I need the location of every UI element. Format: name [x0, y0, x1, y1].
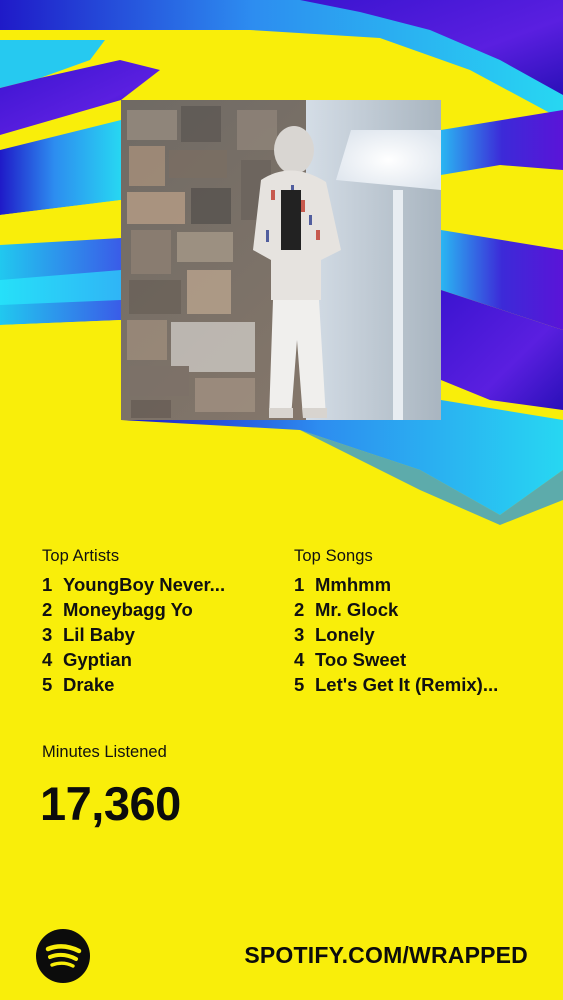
top-songs-list: 1 Mmhmm 2 Mr. Glock 3 Lonely 4 Too Sweet 5 Le…	[294, 572, 544, 697]
artist-name: Lil Baby	[63, 624, 135, 645]
top-artists-section: Top Artists 1 YoungBoy Never... 2 Moneybag…	[42, 547, 272, 697]
rank-number: 2	[294, 599, 305, 620]
song-name: Lonely	[315, 624, 375, 645]
rank-number: 1	[42, 574, 53, 595]
list-item: 4 Too Sweet	[294, 647, 544, 672]
list-item: 2 Mr. Glock	[294, 597, 544, 622]
album-cover-photo	[121, 100, 441, 420]
wrapped-card: Top Artists 1 YoungBoy Never... 2 Moneybag…	[0, 0, 563, 1000]
rank-number: 4	[42, 649, 53, 670]
list-item: 5 Let's Get It (Remix)...	[294, 672, 544, 697]
minutes-listened-value: 17,360	[40, 777, 181, 830]
song-name: Let's Get It (Remix)...	[315, 674, 499, 695]
rank-number: 4	[294, 649, 305, 670]
list-item: 1 YoungBoy Never...	[42, 572, 272, 597]
list-item: 1 Mmhmm	[294, 572, 544, 597]
top-artists-heading: Top Artists	[42, 547, 120, 565]
top-artists-list: 1 YoungBoy Never... 2 Moneybagg Yo 3 Lil Ba…	[42, 572, 272, 697]
artist-name: YoungBoy Never...	[63, 574, 226, 595]
rank-number: 1	[294, 574, 305, 595]
rank-number: 2	[42, 599, 53, 620]
song-name: Mr. Glock	[315, 599, 399, 620]
list-item: 3 Lil Baby	[42, 622, 272, 647]
rank-number: 3	[294, 624, 305, 645]
spotify-wrapped-link[interactable]: SPOTIFY.COM/WRAPPED	[244, 942, 528, 969]
rank-number: 3	[42, 624, 53, 645]
list-item: 2 Moneybagg Yo	[42, 597, 272, 622]
artist-photo-image	[121, 100, 441, 420]
song-name: Too Sweet	[315, 649, 407, 670]
list-item: 3 Lonely	[294, 622, 544, 647]
list-item: 4 Gyptian	[42, 647, 272, 672]
minutes-listened-label: Minutes Listened	[42, 743, 167, 761]
artist-name: Drake	[63, 674, 115, 695]
artist-name: Moneybagg Yo	[63, 599, 193, 620]
song-name: Mmhmm	[315, 574, 392, 595]
artist-name: Gyptian	[63, 649, 132, 670]
rank-number: 5	[42, 674, 53, 695]
top-songs-section: Top Songs 1 Mmhmm 2 Mr. Glock 3 Lonely 4 Too…	[294, 547, 544, 697]
top-songs-heading: Top Songs	[294, 547, 373, 565]
rank-number: 5	[294, 674, 305, 695]
spotify-logo-icon[interactable]	[36, 929, 90, 983]
list-item: 5 Drake	[42, 672, 272, 697]
